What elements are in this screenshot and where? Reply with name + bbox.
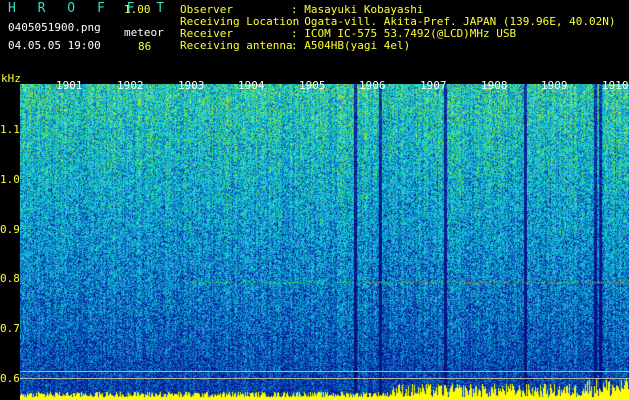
x-tick-label: 1904: [238, 79, 265, 92]
y-tick-label: 0.6: [0, 372, 20, 385]
meteor-label: meteor: [124, 26, 164, 39]
x-tick-label: 1910: [602, 79, 629, 92]
antenna-value: : A504HB(yagi 4el): [291, 39, 411, 52]
datetime-label: 04.05.05 19:00: [8, 39, 101, 52]
header-panel: H R O F F T 1.00 0405051900.png 04.05.05…: [0, 0, 629, 80]
reference-line: [20, 371, 629, 372]
x-tick-label: 1909: [541, 79, 568, 92]
antenna-key: Receiving antenna: [180, 39, 293, 52]
filename-label: 0405051900.png: [8, 21, 101, 34]
x-tick-label: 1907: [420, 79, 447, 92]
meteor-count: 86: [138, 40, 152, 53]
x-tick-label: 1903: [178, 79, 205, 92]
x-tick-label: 1901: [56, 79, 83, 92]
x-tick-label: 1902: [117, 79, 144, 92]
y-tick-label: 1.1: [0, 123, 20, 136]
x-tick-label: 1905: [299, 79, 326, 92]
x-tick-label: 1906: [359, 79, 386, 92]
x-tick-label: 1908: [481, 79, 508, 92]
y-tick-label: 0.7: [0, 322, 20, 335]
y-axis-unit: kHz: [1, 72, 21, 85]
y-tick-label: 1.0: [0, 173, 20, 186]
reference-line: [20, 378, 629, 379]
y-tick-label: 0.8: [0, 272, 20, 285]
y-tick-label: 0.9: [0, 223, 20, 236]
app-version: 1.00: [124, 3, 151, 16]
spectrogram-canvas: [20, 84, 629, 400]
